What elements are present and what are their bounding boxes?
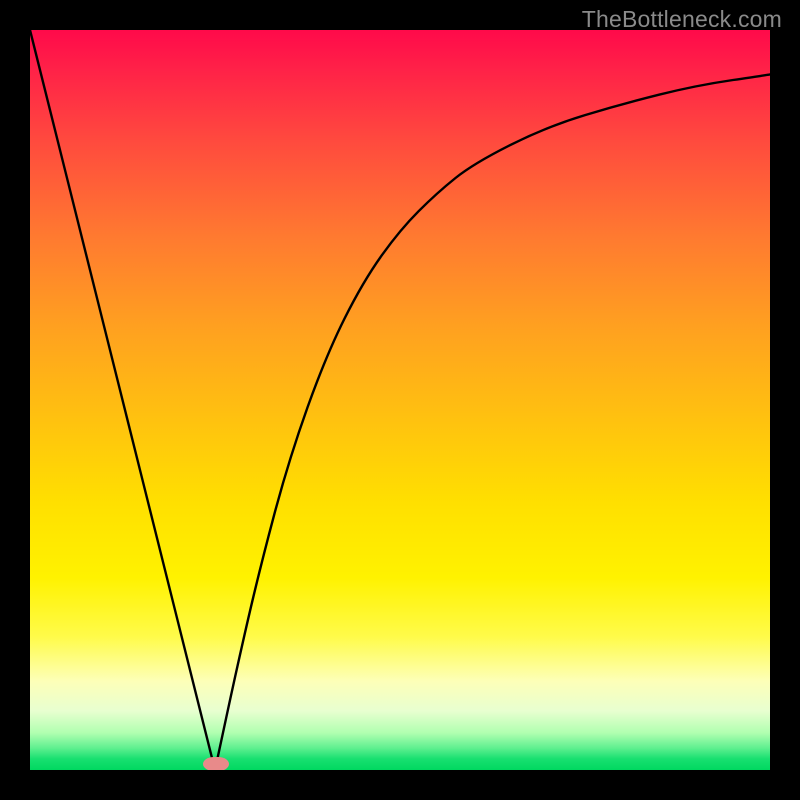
cusp-marker [203, 757, 229, 770]
watermark-text: TheBottleneck.com [582, 6, 782, 33]
bottleneck-curve [30, 30, 770, 770]
plot-area [30, 30, 770, 770]
chart-frame: TheBottleneck.com [0, 0, 800, 800]
